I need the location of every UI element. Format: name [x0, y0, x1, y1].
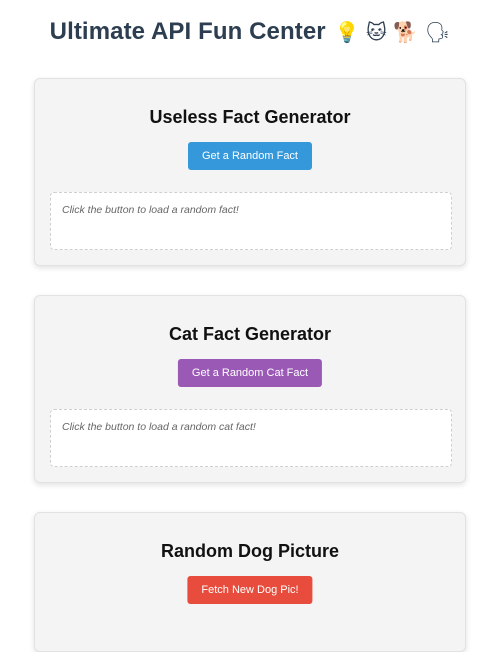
title-emoji-icons: 💡 🐱 🐕 🗣	[334, 20, 451, 44]
get-random-fact-button[interactable]: Get a Random Fact	[188, 142, 312, 170]
cat-fact-title: Cat Fact Generator	[168, 324, 332, 344]
cat-fact-result-box: Click the button to load a random cat fa…	[50, 409, 452, 467]
useless-fact-result-text: Click the button to load a random fact!	[62, 204, 239, 216]
cat-fact-result-text: Click the button to load a random cat fa…	[62, 421, 256, 433]
useless-fact-title: Useless Fact Generator	[149, 107, 351, 127]
useless-fact-result-box: Click the button to load a random fact!	[50, 192, 452, 250]
dog-picture-card: Random Dog Picture Fetch New Dog Pic!	[34, 512, 466, 652]
useless-fact-card: Useless Fact Generator Get a Random Fact…	[34, 78, 466, 266]
dog-picture-title: Random Dog Picture	[160, 541, 339, 561]
page-title-text: Ultimate API Fun Center	[49, 18, 326, 45]
page-title: Ultimate API Fun Center 💡 🐱 🐕 🗣	[0, 18, 500, 46]
fetch-new-dog-pic-button[interactable]: Fetch New Dog Pic!	[187, 576, 313, 604]
get-random-cat-fact-button[interactable]: Get a Random Cat Fact	[177, 359, 323, 387]
cat-fact-card: Cat Fact Generator Get a Random Cat Fact…	[34, 295, 466, 483]
